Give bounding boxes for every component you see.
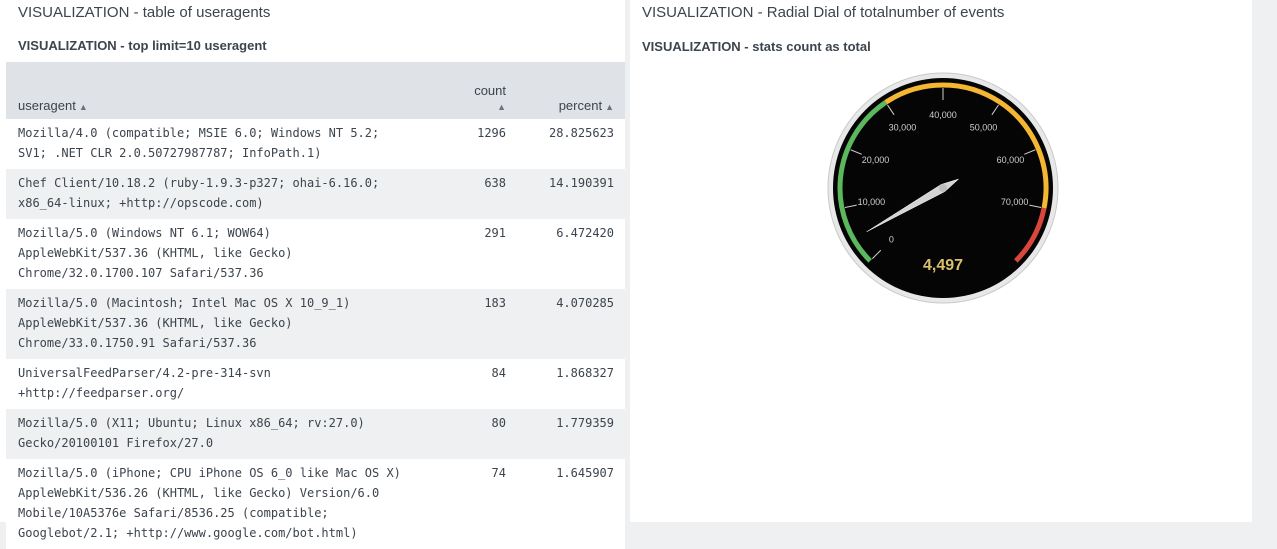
cell-percent: 6.472420 xyxy=(516,219,625,289)
cell-useragent: Mozilla/4.0 (compatible; MSIE 6.0; Windo… xyxy=(6,119,412,169)
column-header-label: count xyxy=(474,83,506,98)
table-row[interactable]: Mozilla/5.0 (X11; Ubuntu; Linux x86_64; … xyxy=(6,409,625,459)
table-row[interactable]: Mozilla/4.0 (compatible; MSIE 6.0; Windo… xyxy=(6,119,625,169)
gauge-value-label: 4,497 xyxy=(923,257,963,274)
panel-title: VISUALIZATION - Radial Dial of totalnumb… xyxy=(642,4,1005,21)
cell-percent: 14.190391 xyxy=(516,169,625,219)
useragent-table: useragent ▲︎ count ▲︎ percent ▲︎ Mozilla/4.… xyxy=(6,62,625,549)
cell-percent: 1.779359 xyxy=(516,409,625,459)
column-header-count[interactable]: count ▲︎ xyxy=(412,62,516,119)
table-row[interactable]: UniversalFeedParser/4.2-pre-314-svn +htt… xyxy=(6,359,625,409)
table-row[interactable]: Chef Client/10.18.2 (ruby-1.9.3-p327; oh… xyxy=(6,169,625,219)
cell-count: 638 xyxy=(412,169,516,219)
cell-count: 80 xyxy=(412,409,516,459)
cell-percent: 4.070285 xyxy=(516,289,625,359)
table-panel: VISUALIZATION - table of useragents VISU… xyxy=(0,0,625,549)
column-header-label: useragent xyxy=(18,98,76,113)
gauge-tick-label: 70,000 xyxy=(1001,197,1029,207)
cell-useragent: Mozilla/5.0 (X11; Ubuntu; Linux x86_64; … xyxy=(6,409,412,459)
cell-percent: 28.825623 xyxy=(516,119,625,169)
table-row[interactable]: Mozilla/5.0 (Windows NT 6.1; WOW64) Appl… xyxy=(6,219,625,289)
gauge-tick-label: 40,000 xyxy=(929,110,957,120)
sort-icon: ▲︎ xyxy=(497,102,506,112)
cell-count: 183 xyxy=(412,289,516,359)
gauge-tick-label: 10,000 xyxy=(858,197,886,207)
gauge-tick-label: 0 xyxy=(889,235,894,245)
cell-percent: 1.868327 xyxy=(516,359,625,409)
cell-count: 1296 xyxy=(412,119,516,169)
gauge-tick-label: 20,000 xyxy=(862,155,890,165)
gauge-tick-label: 50,000 xyxy=(970,122,998,132)
cell-count: 291 xyxy=(412,219,516,289)
column-header-useragent[interactable]: useragent ▲︎ xyxy=(6,62,412,119)
cell-count: 84 xyxy=(412,359,516,409)
table-header-row: useragent ▲︎ count ▲︎ percent ▲︎ xyxy=(6,62,625,119)
column-header-percent[interactable]: percent ▲︎ xyxy=(516,62,625,119)
sort-icon: ▲︎ xyxy=(605,102,614,112)
cell-useragent: Chef Client/10.18.2 (ruby-1.9.3-p327; oh… xyxy=(6,169,412,219)
cell-useragent: Mozilla/5.0 (Macintosh; Intel Mac OS X 1… xyxy=(6,289,412,359)
sort-icon: ▲︎ xyxy=(78,102,88,112)
cell-percent: 1.645907 xyxy=(516,459,625,549)
table-row[interactable]: Mozilla/5.0 (iPhone; CPU iPhone OS 6_0 l… xyxy=(6,459,625,549)
cell-useragent: Mozilla/5.0 (iPhone; CPU iPhone OS 6_0 l… xyxy=(6,459,412,549)
visualization-title: VISUALIZATION - top limit=10 useragent xyxy=(18,38,267,53)
gauge-needle-hub xyxy=(939,184,947,192)
radial-gauge: 0 10,000 20,000 30,000 40,000 50,000 60,000 70,… xyxy=(827,72,1059,304)
column-header-label: percent xyxy=(558,98,603,113)
cell-useragent: UniversalFeedParser/4.2-pre-314-svn +htt… xyxy=(6,359,412,409)
table-row[interactable]: Mozilla/5.0 (Macintosh; Intel Mac OS X 1… xyxy=(6,289,625,359)
visualization-title: VISUALIZATION - stats count as total xyxy=(642,39,871,54)
gauge-tick-label: 60,000 xyxy=(997,155,1025,165)
cell-useragent: Mozilla/5.0 (Windows NT 6.1; WOW64) Appl… xyxy=(6,219,412,289)
gauge-tick-label: 30,000 xyxy=(889,122,917,132)
cell-count: 74 xyxy=(412,459,516,549)
panel-title: VISUALIZATION - table of useragents xyxy=(18,4,271,21)
gauge-panel: VISUALIZATION - Radial Dial of totalnumb… xyxy=(630,0,1252,522)
